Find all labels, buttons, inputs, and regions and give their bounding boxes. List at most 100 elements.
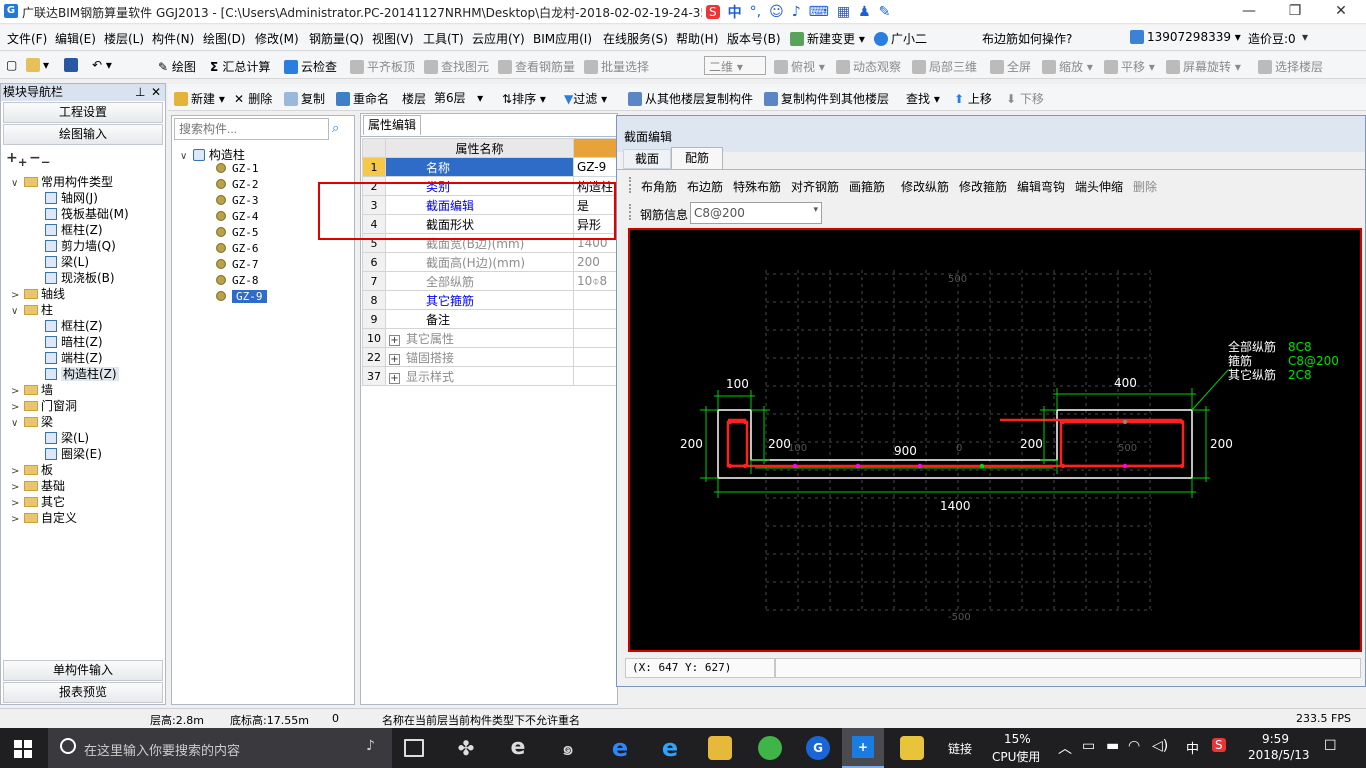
nav-tree-item[interactable]: > 自定义 — [11, 510, 77, 528]
nav-tree-item[interactable]: 轴网(J) — [45, 190, 98, 206]
component-item[interactable]: GZ-4 — [216, 210, 259, 223]
rebar-info-input[interactable]: C8@200 ▾ — [690, 202, 822, 224]
rebar-point[interactable] — [1179, 463, 1185, 469]
view-rebar-qty-button[interactable]: 查看钢筋量 — [498, 58, 575, 75]
rebar-point[interactable] — [1179, 419, 1185, 425]
file-explorer-icon[interactable] — [708, 736, 732, 760]
menu-edit[interactable]: 编辑(E) — [55, 30, 96, 47]
menu-file[interactable]: 文件(F) — [7, 30, 47, 47]
component-item[interactable]: GZ-3 — [216, 194, 259, 207]
punct-icon[interactable]: °, — [750, 4, 761, 20]
rebar-tool-button[interactable]: 编辑弯钩 — [1017, 178, 1065, 195]
property-row[interactable]: 22 + 锚固搭接 — [362, 347, 618, 367]
move-down-button[interactable]: ⬇ 下移 — [1006, 90, 1044, 107]
property-row[interactable]: 10 + 其它属性 — [362, 328, 618, 348]
move-up-button[interactable]: ⬆ 上移 — [954, 90, 992, 107]
fullscreen-button[interactable]: 全屏 — [990, 58, 1031, 75]
report-preview-button[interactable]: 报表预览 — [3, 682, 163, 703]
fan-app-icon[interactable]: ✤ — [454, 736, 478, 760]
cloud-check-button[interactable]: 云检查 — [284, 58, 337, 75]
chevron-down-icon[interactable]: ∨ — [11, 176, 20, 192]
component-item[interactable]: GZ-8 — [216, 274, 259, 287]
nav-tree-item[interactable]: 框柱(Z) — [45, 222, 103, 238]
green-app-icon[interactable] — [758, 736, 782, 760]
close-button[interactable]: ✕ — [1318, 0, 1364, 24]
section-drawing-canvas[interactable]: 500 100 0 500 -500 100 400 200 200 900 2… — [628, 228, 1362, 652]
tray-volume-icon[interactable]: ◁) — [1152, 738, 1168, 754]
rename-button[interactable]: 重命名 — [336, 90, 389, 107]
menu-draw[interactable]: 绘图(D) — [203, 30, 246, 47]
rebar-point[interactable] — [742, 419, 748, 425]
clock-date[interactable]: 2018/5/13 — [1248, 748, 1310, 762]
rebar-point[interactable] — [742, 463, 748, 469]
rebar-point[interactable] — [1060, 463, 1066, 469]
menu-component[interactable]: 构件(N) — [152, 30, 194, 47]
screen-rotate-button[interactable]: 屏幕旋转 ▾ — [1166, 58, 1241, 75]
property-value[interactable]: GZ-9 — [572, 157, 618, 177]
tray-sogou-icon[interactable]: S — [1212, 738, 1226, 752]
nav-tree-item[interactable]: 暗柱(Z) — [45, 334, 103, 350]
sogou-icon[interactable]: S — [706, 5, 720, 19]
property-value[interactable] — [572, 328, 618, 348]
notification-center-icon[interactable]: ☐ — [1324, 738, 1337, 754]
component-item[interactable]: GZ-5 — [216, 226, 259, 239]
expand-icon[interactable]: + — [388, 372, 400, 384]
property-value[interactable]: 200 — [572, 252, 618, 272]
new-file-icon[interactable]: ▢ — [6, 58, 17, 72]
menu-cloud[interactable]: 云应用(Y) — [472, 30, 525, 47]
task-view-icon[interactable] — [404, 739, 424, 757]
summary-calc-button[interactable]: Σ 汇总计算 — [210, 58, 270, 75]
sort-button[interactable]: ⇅排序 ▾ — [502, 90, 546, 107]
undo-icon[interactable]: ↶ ▾ — [92, 58, 112, 72]
property-row[interactable]: 9 备注 — [362, 309, 618, 329]
find-element-button[interactable]: 查找图元 — [424, 58, 489, 75]
menu-more-icon[interactable]: ▾ — [1302, 30, 1308, 44]
rebar-tool-button[interactable]: 端头伸缩 — [1075, 178, 1123, 195]
nav-tree-item[interactable]: 梁(L) — [45, 430, 89, 446]
tray-battery-icon[interactable]: ▬ — [1106, 738, 1119, 754]
rebar-point[interactable] — [1060, 419, 1066, 425]
select-floor-button[interactable]: 选择楼层 — [1258, 58, 1323, 75]
nav-tree-item[interactable]: 圈梁(E) — [45, 446, 102, 462]
property-row[interactable]: 7 全部纵筋 10⌽8 — [362, 271, 618, 291]
menu-modify[interactable]: 修改(M) — [255, 30, 299, 47]
component-item[interactable]: GZ-6 — [216, 242, 259, 255]
expand-all-icon[interactable]: ++ — [6, 150, 28, 169]
single-component-input-button[interactable]: 单构件输入 — [3, 660, 163, 681]
nav-tree-item[interactable]: 现浇板(B) — [45, 270, 115, 286]
ie-browser-icon[interactable]: e — [506, 736, 530, 760]
ime-zh-icon[interactable]: 中 — [728, 2, 742, 22]
rebar-tool-button[interactable]: 对齐钢筋 — [791, 178, 839, 195]
rebar-tool-button[interactable]: 修改箍筋 — [959, 178, 1007, 195]
tab-section[interactable]: 截面 — [623, 149, 671, 169]
rebar-point[interactable] — [1122, 419, 1128, 425]
new-component-button[interactable]: 新建 ▾ — [174, 90, 225, 107]
component-item[interactable]: GZ-9 — [216, 290, 267, 303]
zoom-button[interactable]: 缩放 ▾ — [1042, 58, 1093, 75]
wrench-icon[interactable]: ✎ — [879, 4, 891, 20]
property-value[interactable] — [572, 309, 618, 329]
draw-button[interactable]: ✎ 绘图 — [158, 58, 196, 75]
save-icon[interactable] — [64, 58, 81, 72]
edge-browser-icon[interactable]: e — [608, 736, 632, 760]
expand-icon[interactable]: + — [388, 334, 400, 346]
rebar-tool-button[interactable]: 特殊布筋 — [733, 178, 781, 195]
mic-search-icon[interactable]: ♪ — [366, 738, 375, 754]
property-value[interactable]: 10⌽8 — [572, 271, 618, 291]
component-item[interactable]: GZ-2 — [216, 178, 259, 191]
chevron-down-icon[interactable]: ∨ — [11, 304, 20, 320]
emoji-icon[interactable]: ☺ — [769, 4, 784, 20]
tray-wifi-icon[interactable]: ◠ — [1128, 738, 1140, 754]
menu-version[interactable]: 版本号(B) — [727, 30, 781, 47]
tab-property-edit[interactable]: 属性编辑 — [363, 115, 421, 135]
rebar-tool-button[interactable]: 布角筋 — [641, 178, 677, 195]
keyboard-icon[interactable]: ⌨ — [809, 4, 829, 20]
align-slab-top-button[interactable]: 平齐板顶 — [350, 58, 415, 75]
orbit-button[interactable]: 动态观察 — [836, 58, 901, 75]
pin-icon[interactable]: ⊥ — [135, 84, 145, 100]
nav-tree-item[interactable]: 梁(L) — [45, 254, 89, 270]
spiral-app-icon[interactable]: ๑ — [556, 736, 580, 760]
glodon-app-icon[interactable]: G — [806, 736, 830, 760]
stirrup-left[interactable] — [726, 420, 749, 468]
menu-view[interactable]: 视图(V) — [372, 30, 414, 47]
